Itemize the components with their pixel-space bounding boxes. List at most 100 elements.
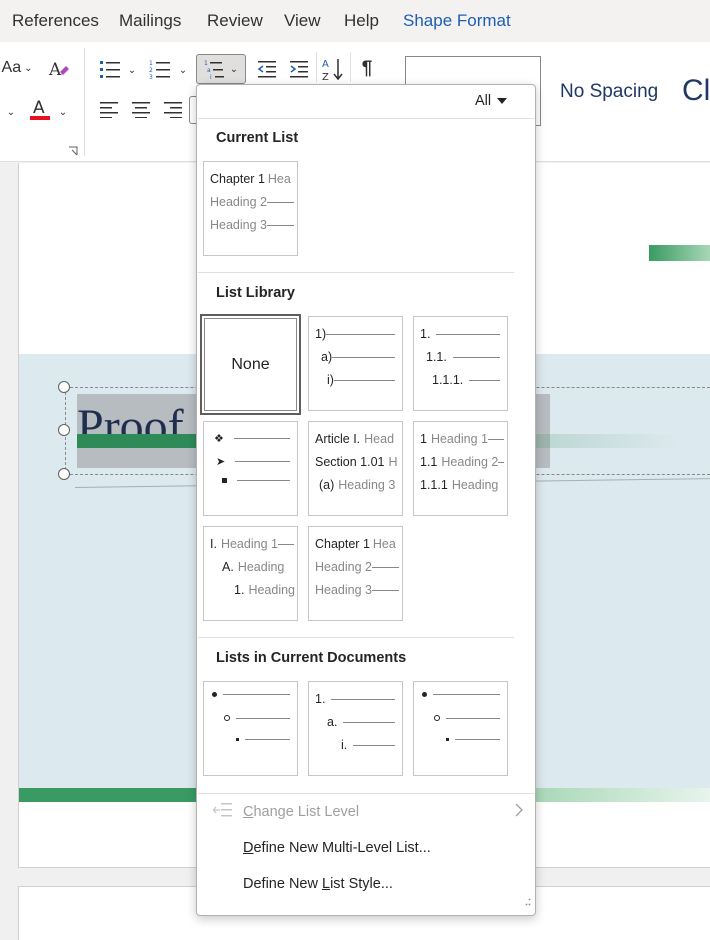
font-color-button[interactable]: A: [26, 94, 54, 124]
sort-az-icon: A Z: [322, 59, 343, 82]
tile-text: 1.: [315, 692, 326, 706]
change-list-level-item[interactable]: Change List Level: [243, 804, 359, 820]
chevron-right-icon: [515, 803, 523, 822]
tile-text: a.: [327, 715, 338, 729]
style-heading-tile[interactable]: Cl: [676, 68, 710, 114]
tile-text: Heading: [237, 560, 285, 574]
multilevel-list-dropdown: All Current List Chapter 1 Hea Heading 2 …: [196, 84, 536, 916]
pilcrow-icon: ¶: [361, 58, 373, 79]
tile-none-label: None: [231, 355, 270, 373]
list-tile-heading-numbers[interactable]: 1 Heading 1 1.1 Heading 2 1.1.1 Heading: [413, 421, 508, 516]
list-tile-current[interactable]: Chapter 1 Hea Heading 2 Heading 3: [203, 161, 298, 256]
decrease-indent-icon: [257, 61, 276, 78]
list-tile-doc-bullets-1[interactable]: [203, 681, 298, 776]
align-left-button[interactable]: [96, 96, 122, 122]
list-tile-decimal-numbered[interactable]: 1. 1.1. 1.1.1.: [413, 316, 508, 411]
resize-handle[interactable]: [58, 468, 70, 480]
numbering-button[interactable]: 1 2 3: [146, 56, 174, 82]
numbering-icon: 1 2 3: [149, 60, 170, 79]
tile-text: I.: [210, 537, 217, 551]
divider: [198, 118, 534, 119]
align-right-button[interactable]: [160, 96, 186, 122]
show-formatting-button[interactable]: ¶: [354, 56, 380, 82]
list-tile-paren-numbered[interactable]: 1) a) i): [308, 316, 403, 411]
tab-mailings[interactable]: Mailings: [119, 11, 181, 31]
increase-indent-icon: [290, 61, 308, 78]
tile-text: i.: [341, 738, 348, 752]
divider: [316, 52, 317, 82]
style-no-spacing-tile[interactable]: No Spacing: [548, 72, 670, 112]
list-tile-bullets[interactable]: ❖ ➤: [203, 421, 298, 516]
tile-text: i): [327, 373, 334, 387]
chevron-down-icon[interactable]: ⌄: [4, 100, 18, 124]
tile-text: Heading 2: [315, 560, 372, 574]
list-tile-doc-bullets-2[interactable]: [413, 681, 508, 776]
clear-formatting-button[interactable]: A: [46, 56, 72, 82]
tile-text: a): [321, 350, 333, 364]
menu-bar: References Mailings Review View Help Sha…: [0, 0, 710, 42]
multilevel-list-button[interactable]: 1 a i ⌄: [196, 54, 246, 84]
tile-text: Article I.: [315, 432, 361, 446]
style-no-spacing-label: No Spacing: [560, 81, 659, 102]
divider: [198, 793, 534, 794]
list-tile-roman-outline[interactable]: I. Heading 1 A. Heading 1. Heading: [203, 526, 298, 621]
tile-text: (a): [319, 478, 335, 492]
resize-grip-icon[interactable]: [523, 893, 531, 911]
tab-shape-format[interactable]: Shape Format: [403, 11, 511, 31]
list-tile-article-section[interactable]: Article I. Head Section 1.01 H (a) Heading …: [308, 421, 403, 516]
svg-text:a: a: [207, 67, 211, 74]
define-new-list-style-item[interactable]: Define New List Style...: [243, 876, 393, 892]
chevron-down-icon[interactable]: ⌄: [56, 100, 70, 124]
tile-text: Heading 3: [210, 218, 267, 232]
chevron-down-icon: ⌄: [24, 62, 33, 74]
increase-indent-button[interactable]: [286, 56, 312, 82]
tile-text: 1.1.1: [420, 478, 448, 492]
bullets-icon: [100, 61, 120, 78]
filter-dropdown[interactable]: All: [475, 93, 508, 109]
change-case-button[interactable]: Aa ⌄: [0, 56, 34, 80]
filter-label: All: [475, 93, 492, 109]
dialog-launcher-icon[interactable]: [66, 144, 80, 158]
style-heading-label: Cl: [682, 74, 710, 107]
tile-text: Heading 2: [441, 455, 499, 469]
divider: [198, 272, 514, 273]
tile-text: H: [388, 455, 398, 469]
tile-text: Heading 3: [315, 583, 372, 597]
change-level-icon: [212, 801, 233, 824]
chevron-down-icon: ⌄: [229, 63, 239, 75]
circle-bullet-icon: [434, 715, 440, 721]
tile-text: Heading 1: [220, 537, 278, 551]
resize-handle[interactable]: [58, 381, 70, 393]
tile-text: Hea: [267, 172, 291, 186]
tab-references[interactable]: References: [12, 11, 99, 31]
tile-text: Head: [364, 432, 395, 446]
sort-button[interactable]: A Z: [320, 54, 346, 84]
tile-text: Chapter 1: [210, 172, 265, 186]
list-tile-none[interactable]: None: [200, 314, 301, 415]
accent-bar: [649, 245, 710, 261]
chevron-down-icon[interactable]: ⌄: [125, 62, 139, 78]
tab-view[interactable]: View: [284, 11, 321, 31]
list-tile-chapter[interactable]: Chapter 1 Hea Heading 2 Heading 3: [308, 526, 403, 621]
tab-review[interactable]: Review: [207, 11, 263, 31]
menu-text: Define New: [243, 876, 322, 892]
resize-handle[interactable]: [58, 424, 70, 436]
tab-help[interactable]: Help: [344, 11, 379, 31]
tile-text: 1: [420, 432, 427, 446]
chevron-down-icon[interactable]: ⌄: [176, 62, 190, 78]
define-new-multilevel-list-item[interactable]: Define New Multi-Level List...: [243, 840, 431, 856]
list-tile-doc-numbered[interactable]: 1. a. i.: [308, 681, 403, 776]
bullets-button[interactable]: [96, 56, 124, 82]
divider: [350, 52, 351, 82]
tile-text: Hea: [372, 537, 396, 551]
menu-text: efine New Multi-Level List...: [253, 840, 431, 856]
square-bullet-icon: [446, 738, 449, 741]
divider: [198, 637, 514, 638]
align-center-button[interactable]: [128, 96, 154, 122]
decrease-indent-button[interactable]: [254, 56, 280, 82]
svg-text:3: 3: [149, 74, 153, 79]
svg-text:1: 1: [149, 60, 153, 67]
tile-text: 1.: [420, 327, 431, 341]
clear-formatting-icon: A: [48, 60, 69, 80]
tile-text: Section 1.01: [315, 455, 385, 469]
